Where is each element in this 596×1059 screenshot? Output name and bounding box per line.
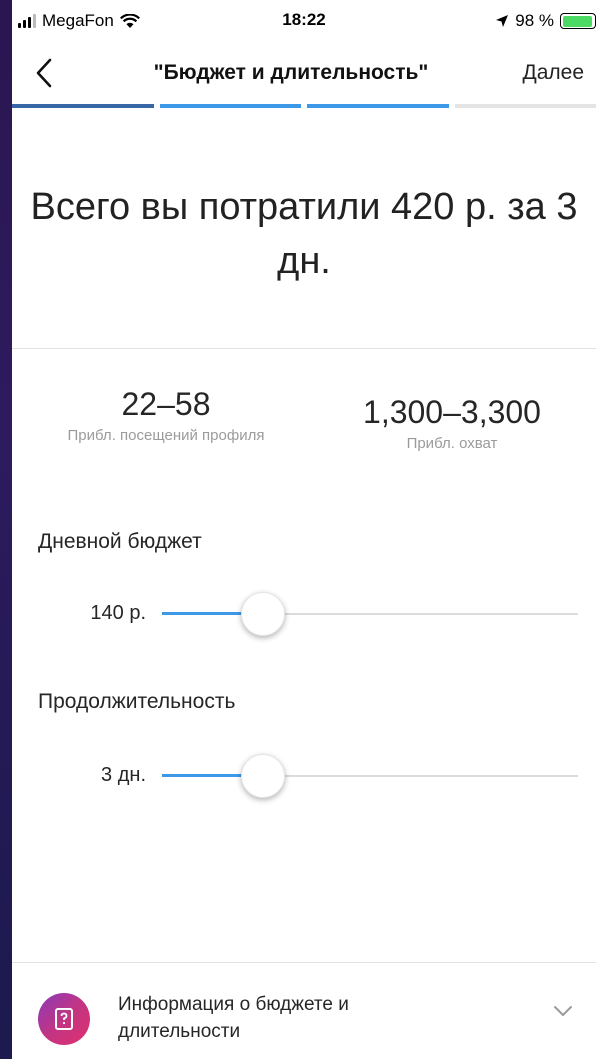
status-bar: MegaFon 18:22 98 % — [12, 0, 596, 42]
daily-budget-slider[interactable]: 140 р. — [12, 590, 596, 638]
next-button[interactable]: Далее — [522, 61, 584, 85]
stat-profile-visits: 22–58 Прибл. посещений профиля — [66, 386, 266, 447]
duration-slider[interactable]: 3 дн. — [12, 752, 596, 800]
phone-screen: MegaFon 18:22 98 % "Бюджет и длительност… — [12, 0, 596, 1059]
duration-value: 3 дн. — [101, 764, 146, 786]
battery-percent: 98 % — [515, 11, 554, 30]
duration-title: Продолжительность — [38, 690, 236, 713]
nav-bar: "Бюджет и длительность" Далее — [12, 42, 596, 104]
daily-budget-title: Дневной бюджет — [38, 530, 202, 553]
slider-thumb[interactable] — [241, 754, 285, 798]
stat-label: Прибл. охват — [406, 435, 498, 452]
info-book-icon — [38, 993, 90, 1045]
stat-reach: 1,300–3,300 Прибл. охват — [337, 394, 567, 455]
slider-thumb[interactable] — [241, 592, 285, 636]
progress-segment-3 — [307, 104, 449, 108]
budget-info-text: Информация о бюджете и длительности — [118, 994, 349, 1042]
budget-info-row[interactable]: Информация о бюджете и длительности — [12, 962, 596, 1059]
progress-segment-4 — [454, 104, 596, 108]
divider — [12, 348, 596, 349]
spend-summary-headline: Всего вы потратили 420 р. за 3 дн. — [30, 186, 578, 282]
stat-label: Прибл. посещений профиля — [67, 427, 265, 444]
stat-value: 1,300–3,300 — [363, 394, 541, 430]
page-title: "Бюджет и длительность" — [153, 61, 429, 84]
progress-segment-1 — [12, 104, 154, 108]
status-right: 98 % — [495, 11, 596, 31]
stat-value: 22–58 — [121, 386, 211, 422]
daily-budget-value: 140 р. — [90, 602, 146, 624]
chevron-down-icon[interactable] — [552, 1003, 574, 1019]
step-progress-bar — [12, 104, 596, 108]
battery-icon — [560, 13, 596, 29]
location-arrow-icon — [496, 15, 509, 27]
progress-segment-2 — [159, 104, 301, 108]
